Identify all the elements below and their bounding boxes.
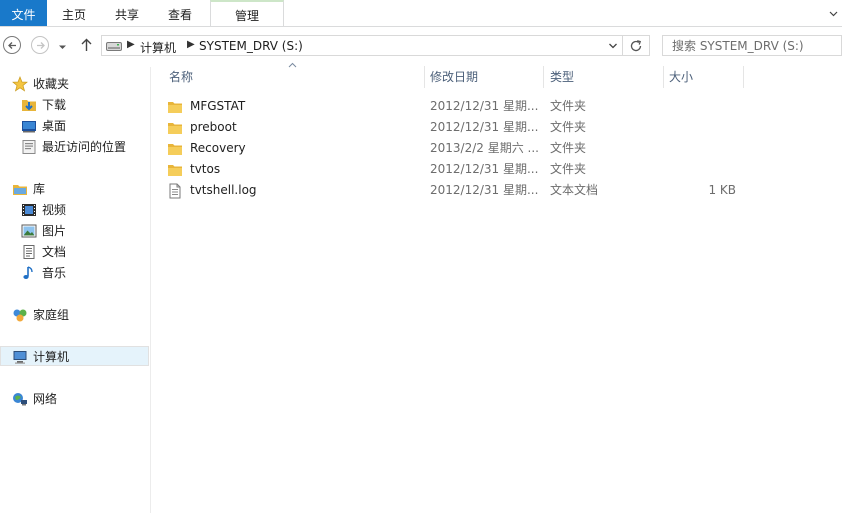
folder-icon — [168, 102, 182, 113]
tab-view[interactable]: 查看 — [158, 0, 202, 26]
table-row[interactable]: tvtshell.log 2012/12/31 星期... 文本文档 1 KB — [167, 180, 767, 201]
breadcrumb-computer[interactable]: 计算机 — [140, 39, 176, 56]
sidebar-item-label: 桌面 — [42, 119, 67, 133]
column-divider[interactable] — [743, 66, 744, 88]
folder-icon — [168, 144, 182, 155]
sidebar-item-label: 家庭组 — [33, 308, 70, 322]
column-header-type[interactable]: 类型 — [550, 66, 574, 88]
file-name: Recovery — [190, 141, 246, 155]
chevron-down-icon — [59, 45, 66, 49]
file-size — [687, 159, 736, 180]
column-divider[interactable] — [424, 66, 425, 88]
folder-icon — [168, 165, 182, 176]
pictures-icon — [21, 224, 37, 238]
column-header-date[interactable]: 修改日期 — [430, 66, 478, 88]
file-type: 文件夹 — [550, 120, 587, 134]
expand-ribbon-icon[interactable] — [829, 9, 838, 18]
music-icon — [23, 266, 33, 279]
navigation-bar: ▶ 计算机 ▶ SYSTEM_DRV (S:) — [0, 32, 842, 60]
sidebar-item-label: 下载 — [42, 98, 67, 112]
folder-icon — [168, 123, 182, 134]
column-divider[interactable] — [663, 66, 664, 88]
arrow-right-icon — [37, 42, 45, 49]
file-type: 文本文档 — [550, 183, 599, 197]
table-row[interactable]: MFGSTAT 2012/12/31 星期... 文件夹 — [167, 96, 767, 117]
back-button[interactable] — [3, 36, 21, 54]
table-row[interactable]: preboot 2012/12/31 星期... 文件夹 — [167, 117, 767, 138]
sidebar-item-label: 最近访问的位置 — [42, 140, 127, 154]
computer-icon — [13, 351, 27, 364]
sidebar-item-label: 视频 — [42, 203, 67, 217]
file-date: 2012/12/31 星期... — [430, 120, 539, 134]
up-button[interactable] — [80, 38, 93, 55]
sidebar-item-label: 计算机 — [33, 350, 70, 364]
file-list: 名称 修改日期 类型 大小 MFGSTAT 2012/12/31 星期... 文… — [151, 60, 842, 513]
refresh-button[interactable] — [623, 35, 650, 56]
file-size: 1 KB — [708, 183, 736, 197]
drive-icon — [106, 42, 122, 51]
table-row[interactable]: Recovery 2013/2/2 星期六 ... 文件夹 — [167, 138, 767, 159]
ribbon-tab-bar: 文件 主页 共享 查看 管理 — [0, 0, 842, 27]
navigation-pane: 收藏夹 下载 桌面 最近访问的位置 库 视频 图片 文档 音乐 家庭组 计算机 — [0, 67, 151, 513]
address-bar[interactable]: ▶ 计算机 ▶ SYSTEM_DRV (S:) — [101, 35, 623, 56]
homegroup-icon — [13, 309, 27, 322]
sidebar-item-label: 库 — [33, 182, 46, 196]
file-size — [687, 138, 736, 159]
library-icon — [13, 185, 27, 195]
chevron-down-icon[interactable] — [608, 41, 618, 51]
search-input[interactable] — [663, 36, 842, 55]
file-name: MFGSTAT — [190, 99, 246, 113]
file-date: 2013/2/2 星期六 ... — [430, 141, 539, 155]
sidebar-item-label: 收藏夹 — [33, 77, 70, 91]
file-name: preboot — [190, 120, 237, 134]
forward-button[interactable] — [31, 36, 49, 54]
breadcrumb-drive[interactable]: SYSTEM_DRV (S:) — [199, 39, 303, 53]
breadcrumb-separator[interactable]: ▶ — [187, 39, 195, 50]
desktop-icon — [22, 121, 36, 133]
recent-locations-button[interactable] — [58, 41, 67, 55]
column-header-size[interactable]: 大小 — [669, 66, 693, 88]
file-name: tvtshell.log — [190, 183, 257, 197]
sidebar-item-label: 音乐 — [42, 266, 67, 280]
file-size — [687, 96, 736, 117]
sidebar-item-label: 网络 — [33, 392, 58, 406]
file-type: 文件夹 — [550, 99, 587, 113]
recent-places-icon — [22, 140, 36, 154]
downloads-icon — [22, 100, 36, 111]
file-date: 2012/12/31 星期... — [430, 183, 539, 197]
file-size — [687, 117, 736, 138]
refresh-icon — [630, 40, 642, 52]
arrow-up-icon — [81, 38, 92, 51]
file-date: 2012/12/31 星期... — [430, 99, 539, 113]
breadcrumb-separator[interactable]: ▶ — [127, 39, 135, 50]
network-icon — [13, 393, 27, 406]
documents-icon — [23, 245, 35, 259]
file-type: 文件夹 — [550, 141, 587, 155]
video-icon — [22, 204, 36, 216]
sidebar-item-label: 文档 — [42, 245, 67, 259]
text-file-icon — [169, 183, 181, 199]
column-header-name[interactable]: 名称 — [169, 66, 193, 88]
sort-ascending-icon — [288, 62, 297, 68]
tab-share[interactable]: 共享 — [105, 0, 149, 26]
column-divider[interactable] — [543, 66, 544, 88]
tab-home[interactable]: 主页 — [52, 0, 96, 26]
tab-file[interactable]: 文件 — [0, 0, 47, 26]
arrow-left-icon — [8, 42, 16, 49]
file-date: 2012/12/31 星期... — [430, 162, 539, 176]
star-icon — [12, 76, 28, 92]
file-type: 文件夹 — [550, 162, 587, 176]
tab-manage[interactable]: 管理 — [210, 0, 284, 26]
table-row[interactable]: tvtos 2012/12/31 星期... 文件夹 — [167, 159, 767, 180]
sidebar-item-label: 图片 — [42, 224, 67, 238]
file-name: tvtos — [190, 162, 221, 176]
search-box[interactable] — [662, 35, 842, 56]
